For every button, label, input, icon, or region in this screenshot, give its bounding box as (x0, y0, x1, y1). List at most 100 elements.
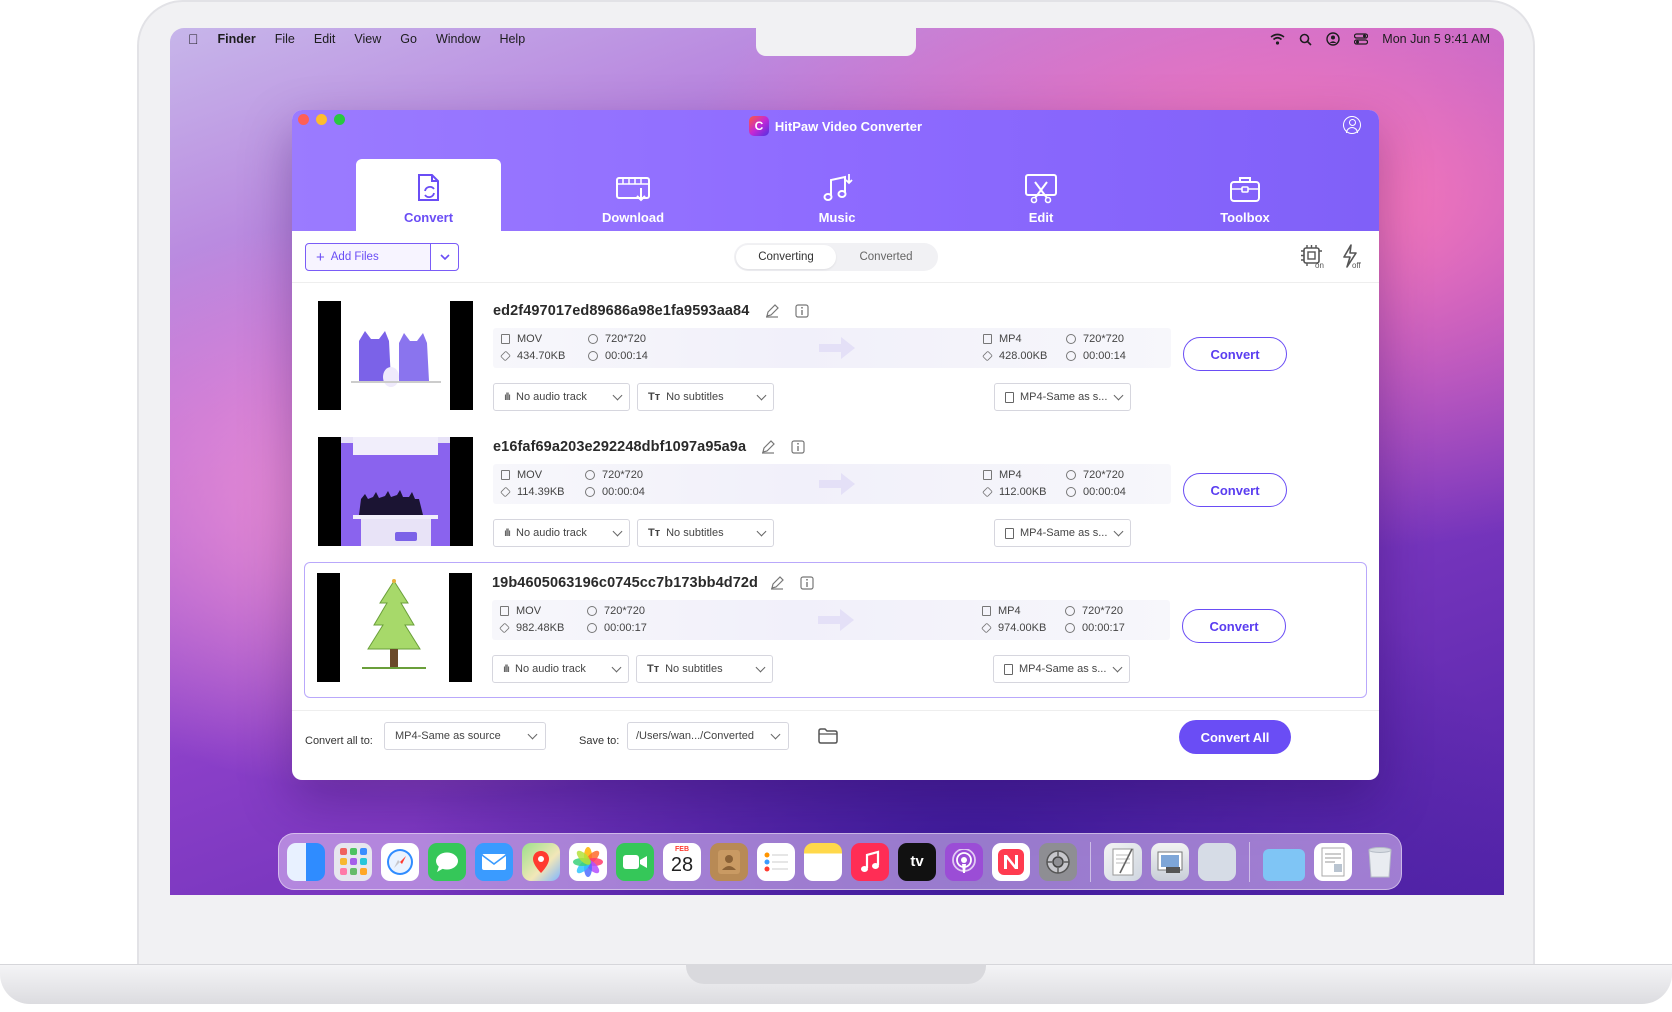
video-thumbnail[interactable] (317, 573, 472, 682)
box-cats-illustration (341, 437, 450, 546)
open-folder-icon[interactable] (818, 728, 838, 744)
add-files-dropdown-button[interactable] (430, 244, 458, 270)
messages-dock-icon[interactable] (428, 842, 466, 881)
apple-tv-dock-icon[interactable]: tv (898, 842, 936, 881)
subtitles-select[interactable]: Tт No subtitles (636, 655, 773, 683)
clock-icon (588, 351, 598, 361)
tab-converted[interactable]: Converted (836, 245, 936, 269)
source-size-value: 982.48KB (516, 622, 565, 634)
blank-window-dock-icon[interactable] (1198, 842, 1236, 881)
file-name-actions (765, 304, 809, 318)
menu-file[interactable]: File (275, 32, 295, 46)
music-dock-icon[interactable] (851, 842, 889, 881)
calendar-month: FEB (675, 845, 689, 853)
file-row-selected[interactable]: 19b4605063196c0745cc7b173bb4d72d MOV 720… (304, 562, 1367, 698)
audio-wave-icon: ıllı (503, 663, 510, 675)
menu-help[interactable]: Help (499, 32, 525, 46)
text-icon: Tт (648, 391, 661, 403)
trash-dock-icon[interactable] (1361, 843, 1399, 881)
tab-toolbox[interactable]: Toolbox (1143, 159, 1347, 231)
file-info-icon[interactable] (800, 576, 814, 590)
spotlight-search-icon[interactable] (1299, 33, 1312, 46)
menu-edit[interactable]: Edit (314, 32, 336, 46)
main-tabs: Convert Download Music Edit Toolbox (356, 159, 1347, 231)
convert-button[interactable]: Convert (1182, 609, 1286, 643)
video-thumbnail[interactable] (318, 301, 473, 410)
convert-all-button[interactable]: Convert All (1179, 720, 1291, 754)
convert-button[interactable]: Convert (1183, 337, 1287, 371)
chevron-down-icon (612, 390, 623, 401)
file-row[interactable]: ed2f497017ed89686a98e1fa9593aa84 MOV 720… (304, 290, 1367, 426)
arrow-right-icon (818, 609, 854, 631)
finder-dock-icon[interactable] (287, 842, 325, 881)
textedit-dock-icon[interactable] (1104, 842, 1142, 881)
thumbnail-cats-image (341, 301, 450, 410)
maps-dock-icon[interactable] (522, 842, 560, 881)
file-info-icon[interactable] (791, 440, 805, 454)
source-format-value: MOV (517, 333, 543, 345)
file-name: 19b4605063196c0745cc7b173bb4d72d (492, 575, 759, 591)
facetime-dock-icon[interactable] (616, 842, 654, 881)
folder-dock-icon[interactable] (1263, 848, 1305, 881)
window-title-text: HitPaw Video Converter (774, 118, 923, 134)
file-icon (1004, 663, 1013, 675)
photos-dock-icon[interactable] (569, 842, 607, 881)
file-row[interactable]: e16faf69a203e292248dbf1097a95a9a MOV 720… (304, 426, 1367, 562)
rename-pencil-icon[interactable] (765, 304, 779, 318)
contacts-dock-icon[interactable] (710, 842, 748, 881)
hardware-acceleration-icon[interactable]: on (1299, 243, 1325, 269)
output-format-select[interactable]: MP4-Same as s... (994, 519, 1131, 547)
music-icon (823, 174, 853, 201)
audio-track-select[interactable]: ıllı No audio track (493, 383, 630, 411)
tab-converting[interactable]: Converting (736, 245, 836, 269)
rename-pencil-icon[interactable] (770, 576, 784, 590)
audio-track-select[interactable]: ıllı No audio track (492, 655, 629, 683)
add-files-button[interactable]: + Add Files (306, 244, 430, 270)
rename-pencil-icon[interactable] (761, 440, 775, 454)
menu-window[interactable]: Window (436, 32, 480, 46)
convert-button[interactable]: Convert (1183, 473, 1287, 507)
account-icon[interactable] (1343, 116, 1361, 134)
safari-dock-icon[interactable] (381, 842, 419, 881)
launchpad-dock-icon[interactable] (334, 842, 372, 881)
news-dock-icon[interactable] (992, 842, 1030, 881)
video-thumbnail[interactable] (318, 437, 473, 546)
target-duration: 00:00:04 (1066, 486, 1126, 498)
subtitles-select[interactable]: Tт No subtitles (637, 519, 774, 547)
output-format-select[interactable]: MP4-Same as s... (993, 655, 1130, 683)
output-format-select[interactable]: MP4-Same as s... (994, 383, 1131, 411)
control-center-icon[interactable] (1354, 33, 1369, 45)
source-duration-value: 00:00:14 (605, 350, 648, 362)
audio-track-value: No audio track (515, 663, 586, 675)
mail-dock-icon[interactable] (475, 842, 513, 881)
tab-edit[interactable]: Edit (939, 159, 1143, 231)
tab-convert[interactable]: Convert (356, 159, 501, 231)
reminders-dock-icon[interactable] (757, 842, 795, 881)
wifi-icon[interactable] (1270, 33, 1285, 45)
notes-dock-icon[interactable] (804, 842, 842, 881)
menu-view[interactable]: View (354, 32, 381, 46)
target-format-value: MP4 (999, 333, 1022, 345)
menu-app-name[interactable]: Finder (218, 32, 256, 46)
preview-dock-icon[interactable] (1151, 842, 1189, 881)
file-info-icon[interactable] (795, 304, 809, 318)
audio-track-select[interactable]: ıllı No audio track (493, 519, 630, 547)
calendar-dock-icon[interactable]: FEB 28 (663, 842, 701, 881)
menu-go[interactable]: Go (400, 32, 417, 46)
apple-menu-icon[interactable]:  (188, 31, 199, 47)
document-dock-icon[interactable] (1314, 842, 1352, 881)
target-duration-value: 00:00:04 (1083, 486, 1126, 498)
convert-all-format-select[interactable]: MP4-Same as source (384, 722, 546, 750)
subtitles-select[interactable]: Tт No subtitles (637, 383, 774, 411)
tab-download[interactable]: Download (531, 159, 735, 231)
user-account-icon[interactable] (1326, 32, 1340, 46)
menu-clock[interactable]: Mon Jun 5 9:41 AM (1382, 32, 1490, 46)
tab-download-label: Download (601, 210, 665, 225)
high-speed-conversion-icon[interactable]: off (1339, 243, 1365, 269)
tab-music[interactable]: Music (735, 159, 939, 231)
tab-convert-label: Convert (403, 210, 454, 225)
podcasts-dock-icon[interactable] (945, 842, 983, 881)
size-icon (500, 486, 511, 498)
system-settings-dock-icon[interactable] (1039, 842, 1077, 881)
save-to-path-select[interactable]: /Users/wan.../Converted (627, 722, 789, 750)
